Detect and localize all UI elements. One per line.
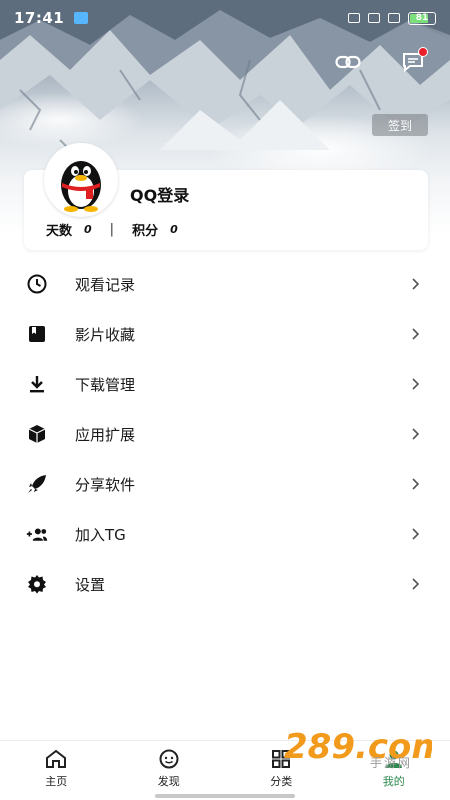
chevron-right-icon	[412, 278, 420, 290]
bookmark-icon	[26, 323, 48, 345]
signal-icon	[388, 13, 400, 23]
app-notification-icon	[74, 12, 89, 24]
gear-icon	[26, 573, 48, 595]
points-value: 0	[170, 223, 178, 236]
clock-icon	[26, 273, 48, 295]
menu-item-share[interactable]: 分享软件	[0, 459, 450, 509]
status-icons: 81	[348, 11, 436, 25]
menu-item-downloads[interactable]: 下载管理	[0, 359, 450, 409]
chevron-right-icon	[412, 428, 420, 440]
nav-item-home[interactable]: 主页	[0, 741, 113, 800]
battery-level: 81	[415, 13, 429, 23]
menu-item-label: 影片收藏	[75, 325, 136, 344]
menu-item-label: 应用扩展	[75, 425, 136, 444]
qq-penguin-icon	[46, 145, 116, 215]
menu-item-extensions[interactable]: 应用扩展	[0, 409, 450, 459]
wifi-icon	[368, 13, 380, 23]
qq-login-label[interactable]: QQ登录	[130, 182, 189, 206]
nav-label: 我的	[382, 775, 405, 788]
add-group-icon	[26, 523, 48, 545]
home-icon	[45, 748, 67, 770]
menu-list: 观看记录 影片收藏 下载管理 应用扩展 分享软件 加入TG 设置	[0, 259, 450, 609]
chevron-right-icon	[412, 478, 420, 490]
profile-stats: 天数 0 | 积分 0	[46, 220, 178, 239]
chevron-right-icon	[412, 578, 420, 590]
nav-item-discover[interactable]: 发现	[113, 741, 226, 800]
status-time: 17:41	[14, 9, 65, 27]
signin-button[interactable]: 签到	[372, 114, 428, 136]
menu-item-label: 观看记录	[75, 275, 136, 294]
points-label: 积分	[132, 224, 159, 239]
notification-dot	[418, 47, 428, 57]
menu-item-settings[interactable]: 设置	[0, 559, 450, 609]
download-icon	[26, 373, 48, 395]
message-icon[interactable]	[400, 47, 428, 73]
link-icon[interactable]	[335, 51, 361, 73]
menu-item-label: 下载管理	[75, 375, 136, 394]
discover-icon	[158, 748, 180, 770]
chevron-right-icon	[412, 328, 420, 340]
menu-item-label: 分享软件	[75, 475, 136, 494]
menu-item-label: 设置	[75, 575, 106, 594]
battery-icon: 81	[408, 11, 436, 25]
cube-icon	[26, 423, 48, 445]
menu-item-favorites[interactable]: 影片收藏	[0, 309, 450, 359]
chevron-right-icon	[412, 378, 420, 390]
stats-divider: |	[109, 222, 115, 237]
nav-label: 分类	[270, 775, 293, 788]
days-label: 天数	[46, 224, 73, 239]
home-indicator	[155, 794, 295, 798]
chevron-right-icon	[412, 528, 420, 540]
status-bar: 17:41 81	[0, 0, 450, 36]
alarm-icon	[348, 13, 360, 23]
menu-item-label: 加入TG	[75, 525, 126, 544]
menu-item-watch-history[interactable]: 观看记录	[0, 259, 450, 309]
nav-label: 发现	[157, 775, 180, 788]
menu-item-join-tg[interactable]: 加入TG	[0, 509, 450, 559]
avatar[interactable]	[44, 143, 118, 217]
days-value: 0	[84, 223, 92, 236]
watermark-text: 手游网	[370, 756, 413, 770]
rocket-icon	[26, 473, 48, 495]
nav-label: 主页	[45, 775, 68, 788]
